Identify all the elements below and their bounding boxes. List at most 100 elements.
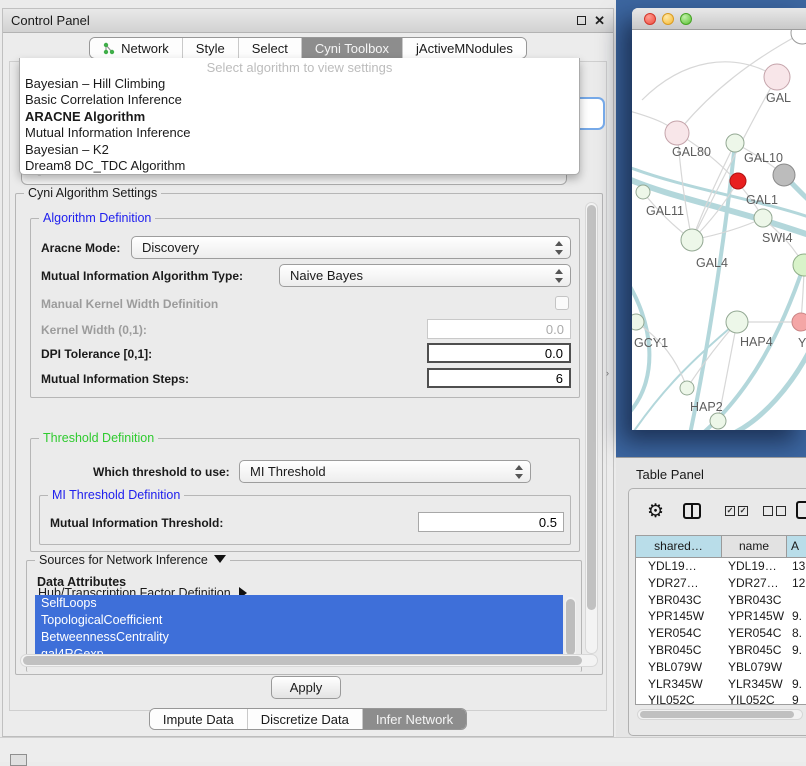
dropdown-item-bayesian-k2[interactable]: Bayesian – K2 xyxy=(20,142,579,158)
network-node[interactable] xyxy=(792,313,806,331)
settings-vertical-scrollbar[interactable] xyxy=(585,202,598,654)
cell: YIL052C xyxy=(722,692,787,705)
threshold-definition-title: Threshold Definition xyxy=(39,431,158,445)
network-node[interactable] xyxy=(793,254,806,276)
table-row[interactable]: YDR27…YDR27…12 xyxy=(636,575,806,592)
table-row[interactable]: YBR045CYBR045C9. xyxy=(636,642,806,659)
kernel-width-label: Kernel Width (0,1): xyxy=(41,323,147,337)
attributes-list-scrollbar-thumb[interactable] xyxy=(566,599,575,655)
close-window-button[interactable] xyxy=(644,13,656,25)
settings-horizontal-scrollbar-thumb[interactable] xyxy=(23,656,582,665)
network-canvas[interactable]: GALGAL80GAL10GAL1GAL11GAL4SWI4GCY1HAP4YH… xyxy=(632,30,806,430)
network-edge[interactable] xyxy=(642,62,777,100)
select-all-columns-icon[interactable]: ✓ ✓ xyxy=(725,506,748,516)
tab-network-label: Network xyxy=(121,41,169,56)
network-node[interactable] xyxy=(665,121,689,145)
split-columns-icon[interactable] xyxy=(683,503,701,519)
tab-network[interactable]: Network xyxy=(90,38,182,58)
network-node[interactable] xyxy=(773,164,795,186)
list-item-topologicalcoefficient[interactable]: TopologicalCoefficient xyxy=(35,612,563,629)
table-row[interactable]: YBR043CYBR043C xyxy=(636,592,806,609)
column-header-name[interactable]: name xyxy=(722,536,787,558)
dropdown-item-basic-correlation[interactable]: Basic Correlation Inference xyxy=(20,92,579,108)
aracne-mode-combobox[interactable]: Discovery xyxy=(131,236,571,259)
table-horizontal-scrollbar-thumb[interactable] xyxy=(640,711,794,718)
network-node[interactable] xyxy=(730,173,746,189)
manual-kernel-checkbox[interactable] xyxy=(555,296,569,310)
table-row[interactable]: YIL052CYIL052C9 xyxy=(636,692,806,705)
network-node[interactable] xyxy=(632,314,644,330)
tab-jactivemnodules[interactable]: jActiveMNodules xyxy=(402,38,526,58)
network-node[interactable] xyxy=(764,64,790,90)
resize-grip[interactable] xyxy=(10,754,27,766)
which-threshold-combobox[interactable]: MI Threshold xyxy=(239,460,531,483)
network-node[interactable] xyxy=(754,209,772,227)
deselect-all-columns-icon[interactable] xyxy=(763,506,786,516)
table-row[interactable]: YER054CYER054C8. xyxy=(636,625,806,642)
function-builder-icon[interactable] xyxy=(796,501,806,519)
column-header-partial[interactable]: A xyxy=(787,536,806,558)
dropdown-item-dream8[interactable]: Dream8 DC_TDC Algorithm xyxy=(20,158,579,174)
gear-icon[interactable]: ⚙ xyxy=(647,500,664,523)
kernel-width-field[interactable] xyxy=(427,319,571,339)
list-item-betweennesscentrality[interactable]: BetweennessCentrality xyxy=(35,629,563,646)
settings-vertical-scrollbar-thumb[interactable] xyxy=(587,205,596,610)
mi-threshold-definition-group: MI Threshold Definition Mutual Informati… xyxy=(39,495,571,545)
float-window-button[interactable] xyxy=(577,16,586,25)
network-edge[interactable] xyxy=(636,322,687,388)
mi-type-label: Mutual Information Algorithm Type: xyxy=(41,269,243,283)
list-item-selfloops[interactable]: SelfLoops xyxy=(35,595,563,612)
dropdown-item-mutual-information[interactable]: Mutual Information Inference xyxy=(20,125,579,141)
column-header-shared-name[interactable]: shared… xyxy=(636,536,722,558)
tab-impute-data-label: Impute Data xyxy=(163,712,234,727)
table-row[interactable]: YBL079WYBL079W xyxy=(636,659,806,676)
control-panel-title: Control Panel xyxy=(11,13,569,28)
table-row[interactable]: YLR345WYLR345W9. xyxy=(636,676,806,693)
network-node[interactable] xyxy=(710,413,726,429)
bottom-tabbar: Impute Data Discretize Data Infer Networ… xyxy=(3,708,613,730)
cell: YBL079W xyxy=(722,659,787,676)
network-node[interactable] xyxy=(680,381,694,395)
network-node[interactable] xyxy=(726,311,748,333)
dpi-tolerance-field[interactable] xyxy=(427,343,571,363)
apply-button[interactable]: Apply xyxy=(271,676,341,699)
network-edge[interactable] xyxy=(687,322,737,388)
table-row[interactable]: YPR145WYPR145W9. xyxy=(636,608,806,625)
network-node-label: HAP2 xyxy=(690,400,723,414)
algorithm-dropdown-placeholder: Select algorithm to view settings xyxy=(20,60,579,76)
combo-stepper-icon xyxy=(514,465,522,479)
minimize-window-button[interactable] xyxy=(662,13,674,25)
tab-select[interactable]: Select xyxy=(238,38,301,58)
tab-impute-data[interactable]: Impute Data xyxy=(150,709,247,729)
network-node[interactable] xyxy=(636,185,650,199)
combo-stepper-icon xyxy=(554,269,562,283)
tab-select-label: Select xyxy=(252,41,288,56)
tab-infer-network[interactable]: Infer Network xyxy=(362,709,466,729)
tab-style[interactable]: Style xyxy=(182,38,238,58)
network-node[interactable] xyxy=(681,229,703,251)
mi-steps-field[interactable] xyxy=(427,368,571,388)
sources-title[interactable]: Sources for Network Inference xyxy=(35,553,230,567)
network-edge[interactable] xyxy=(690,143,735,430)
network-node[interactable] xyxy=(791,30,806,44)
splitter-grip[interactable]: › xyxy=(606,368,609,378)
cell: 9. xyxy=(787,608,806,625)
node-table-window: ⚙ ✓ ✓ shared… name A YDL19…YDL19…13 YDR2… xyxy=(628,488,806,736)
network-window-titlebar[interactable] xyxy=(632,8,806,30)
tab-cyni-toolbox[interactable]: Cyni Toolbox xyxy=(301,38,402,58)
dropdown-item-bayesian-hill-climbing[interactable]: Bayesian – Hill Climbing xyxy=(20,76,579,92)
algorithm-definition-group: Algorithm Definition Aracne Mode: Discov… xyxy=(30,218,580,398)
tab-discretize-data[interactable]: Discretize Data xyxy=(247,709,362,729)
unchecked-box-icon xyxy=(776,506,786,516)
dropdown-item-aracne[interactable]: ARACNE Algorithm xyxy=(20,109,579,125)
table-horizontal-scrollbar[interactable] xyxy=(637,709,803,720)
settings-horizontal-scrollbar[interactable] xyxy=(20,654,598,667)
cell: YBR045C xyxy=(722,642,787,659)
top-tabbar: Network Style Select Cyni Toolbox jActiv… xyxy=(3,37,613,59)
network-node[interactable] xyxy=(726,134,744,152)
mi-threshold-field[interactable] xyxy=(418,512,564,532)
close-panel-button[interactable]: ✕ xyxy=(594,13,605,29)
zoom-window-button[interactable] xyxy=(680,13,692,25)
mi-type-combobox[interactable]: Naive Bayes xyxy=(279,264,571,287)
table-row[interactable]: YDL19…YDL19…13 xyxy=(636,558,806,575)
